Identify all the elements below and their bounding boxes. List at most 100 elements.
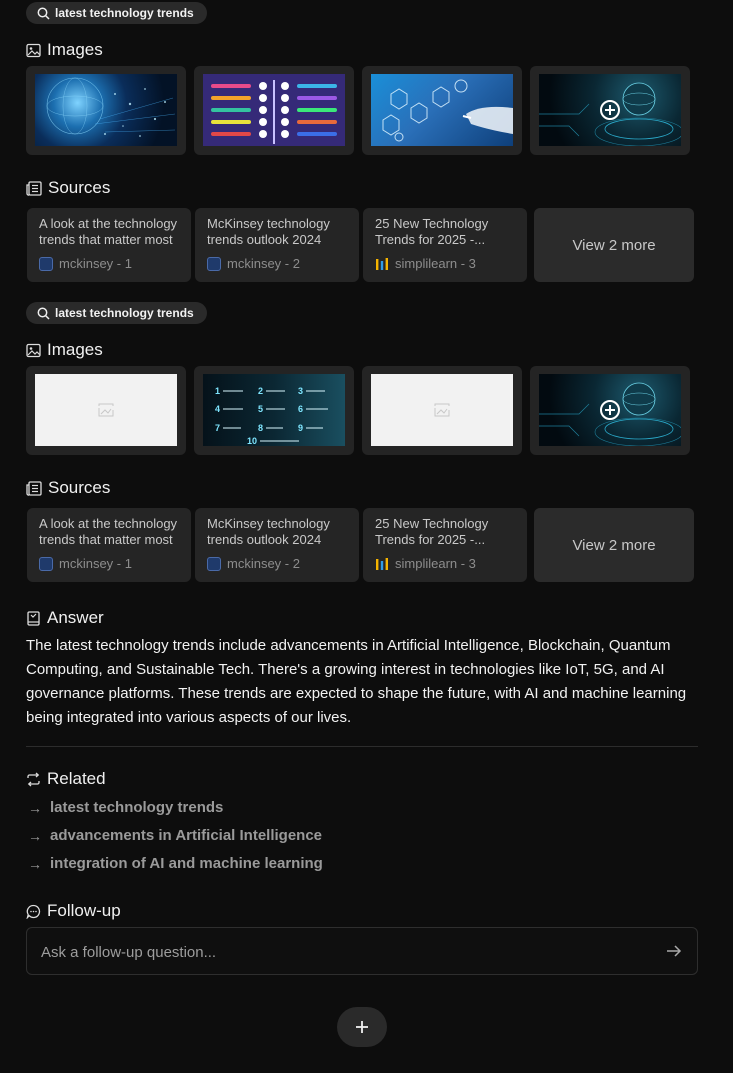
- robot-hand-icons-image: [371, 74, 513, 146]
- plus-icon: [356, 1021, 368, 1033]
- images-heading: Images: [26, 40, 103, 60]
- repeat-icon: [27, 772, 40, 786]
- svg-text:1: 1: [215, 386, 220, 396]
- svg-text:3: 3: [298, 386, 303, 396]
- related-link[interactable]: → latest technology trends: [28, 799, 223, 816]
- mckinsey-favicon-icon: [39, 256, 53, 271]
- query-text: latest technology trends: [55, 6, 194, 20]
- image-thumbnail[interactable]: [362, 366, 522, 455]
- source-title: McKinsey technology trends outlook 2024: [207, 516, 330, 547]
- view-more-label: View 2 more: [572, 236, 656, 254]
- top-ten-technology-image: 1 2 3 4 5 6 7 8 9 10: [203, 374, 345, 446]
- broken-image-icon: [434, 403, 450, 417]
- sources-label: Sources: [48, 478, 111, 497]
- divider: [26, 746, 698, 747]
- newspaper-icon: [26, 480, 42, 496]
- answer-heading: Answer: [26, 608, 104, 628]
- image-icon: [26, 343, 41, 357]
- source-title: A look at the technology trends that mat…: [39, 216, 178, 247]
- more-images-card[interactable]: [530, 66, 690, 155]
- followup-input[interactable]: [39, 940, 643, 964]
- related-link-text: advancements in Artificial Intelligence: [50, 827, 323, 844]
- followup-heading: Follow-up: [26, 901, 121, 921]
- image-icon: [26, 43, 41, 57]
- source-title: McKinsey technology trends outlook 2024: [207, 216, 330, 247]
- source-title: A look at the technology trends that mat…: [39, 516, 178, 547]
- answer-label: Answer: [47, 608, 104, 627]
- source-card[interactable]: A look at the technology trends that mat…: [27, 208, 191, 282]
- mckinsey-favicon-icon: [207, 256, 221, 271]
- newspaper-icon: [26, 180, 42, 196]
- svg-text:8: 8: [258, 423, 263, 433]
- simplilearn-favicon-icon: [376, 257, 388, 270]
- image-thumbnail[interactable]: [362, 66, 522, 155]
- mckinsey-favicon-icon: [207, 556, 221, 571]
- search-icon: [37, 7, 50, 20]
- globe-circuit-image: [539, 74, 681, 146]
- source-card[interactable]: 25 New Technology Trends for 2025 -... s…: [363, 508, 527, 582]
- query-chip[interactable]: latest technology trends: [26, 302, 207, 324]
- arrow-right-icon: →: [28, 855, 42, 872]
- svg-text:4: 4: [215, 404, 220, 414]
- images-heading: Images: [26, 340, 103, 360]
- followup-label: Follow-up: [47, 901, 121, 920]
- book-icon: [27, 610, 40, 626]
- images-label: Images: [47, 40, 103, 59]
- view-more-label: View 2 more: [572, 536, 656, 554]
- related-link-text: latest technology trends: [50, 799, 224, 816]
- new-thread-button[interactable]: [337, 1007, 387, 1047]
- sources-heading: Sources: [26, 478, 110, 498]
- source-site: mckinsey - 2: [227, 556, 300, 571]
- sources-heading: Sources: [26, 178, 110, 198]
- mckinsey-favicon-icon: [39, 556, 53, 571]
- simplilearn-favicon-icon: [376, 557, 388, 570]
- svg-text:2: 2: [258, 386, 263, 396]
- globe-network-image: [35, 74, 177, 146]
- related-label: Related: [47, 769, 106, 788]
- source-site: mckinsey - 2: [227, 256, 300, 271]
- image-thumbnail[interactable]: 1 2 3 4 5 6 7 8 9 10: [194, 366, 354, 455]
- svg-text:6: 6: [298, 404, 303, 414]
- add-circle-icon: [600, 100, 620, 120]
- source-site: mckinsey - 1: [59, 256, 132, 271]
- source-site: simplilearn - 3: [395, 256, 476, 271]
- source-site: simplilearn - 3: [395, 556, 476, 571]
- query-text: latest technology trends: [55, 306, 194, 320]
- search-icon: [37, 307, 50, 320]
- related-link[interactable]: → integration of AI and machine learning: [28, 855, 323, 872]
- arrow-right-icon: →: [28, 799, 42, 816]
- broken-image-icon: [98, 403, 114, 417]
- source-title: 25 New Technology Trends for 2025 -...: [375, 516, 489, 547]
- sources-label: Sources: [48, 178, 111, 197]
- source-card[interactable]: McKinsey technology trends outlook 2024 …: [195, 208, 359, 282]
- image-thumbnail[interactable]: [194, 66, 354, 155]
- svg-text:9: 9: [298, 423, 303, 433]
- svg-text:10: 10: [247, 436, 257, 446]
- tech-trends-infographic-image: [203, 74, 345, 146]
- source-title: 25 New Technology Trends for 2025 -...: [375, 216, 489, 247]
- source-card[interactable]: A look at the technology trends that mat…: [27, 508, 191, 582]
- query-chip[interactable]: latest technology trends: [26, 2, 207, 24]
- view-more-sources-button[interactable]: View 2 more: [534, 208, 694, 282]
- source-card[interactable]: 25 New Technology Trends for 2025 -... s…: [363, 208, 527, 282]
- answer-text: The latest technology trends include adv…: [26, 637, 687, 726]
- related-heading: Related: [26, 769, 106, 789]
- add-circle-icon: [600, 400, 620, 420]
- related-link-text: integration of AI and machine learning: [50, 855, 323, 872]
- source-site: mckinsey - 1: [59, 556, 132, 571]
- broken-image-placeholder: [35, 374, 177, 446]
- arrow-right-icon[interactable]: [665, 942, 683, 960]
- arrow-right-icon: →: [28, 827, 42, 844]
- globe-circuit-image: [539, 374, 681, 446]
- source-card[interactable]: McKinsey technology trends outlook 2024 …: [195, 508, 359, 582]
- image-thumbnail[interactable]: [26, 366, 186, 455]
- svg-text:5: 5: [258, 404, 263, 414]
- followup-input-container: [26, 927, 698, 975]
- image-thumbnail[interactable]: [26, 66, 186, 155]
- related-link[interactable]: → advancements in Artificial Intelligenc…: [28, 827, 322, 844]
- images-label: Images: [47, 340, 103, 359]
- chat-bubble-icon: [26, 904, 41, 919]
- view-more-sources-button[interactable]: View 2 more: [534, 508, 694, 582]
- more-images-card[interactable]: [530, 366, 690, 455]
- svg-text:7: 7: [215, 423, 220, 433]
